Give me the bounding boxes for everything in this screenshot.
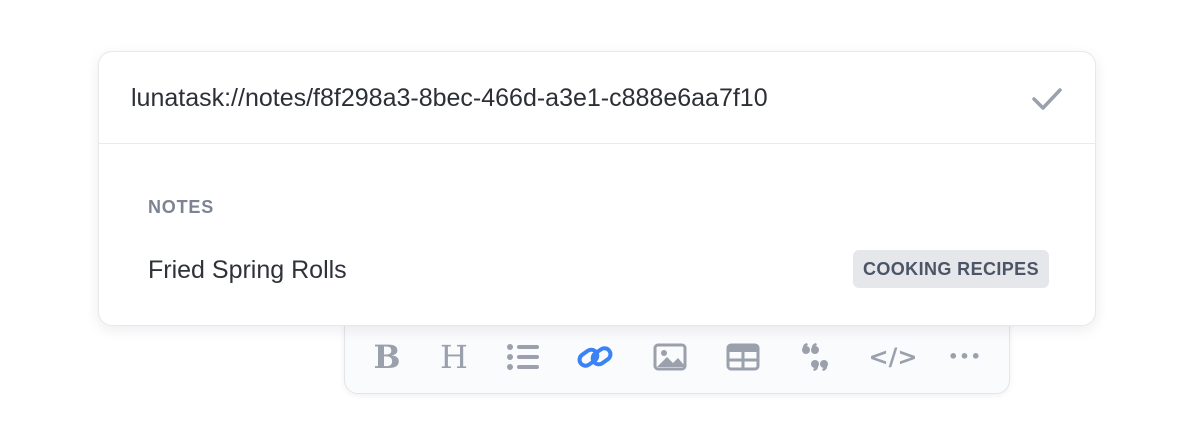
editor-stage: B H </> ••• lunatask://notes/f8f298a3-8b… [0, 0, 1204, 426]
heading-button[interactable]: H [434, 337, 474, 377]
check-icon [1032, 88, 1062, 110]
image-button[interactable] [650, 337, 690, 377]
note-title: Fried Spring Rolls [148, 256, 347, 284]
code-button[interactable]: </> [868, 337, 918, 377]
section-label-notes: NOTES [148, 197, 215, 217]
link-button[interactable] [575, 337, 615, 377]
image-icon [653, 343, 687, 371]
link-popover: NOTES Fried Spring Rolls COOKING RECIPES [98, 51, 1096, 326]
confirm-link-button[interactable] [1027, 82, 1067, 116]
bold-button[interactable]: B [367, 337, 407, 377]
table-button[interactable] [723, 337, 763, 377]
bullet-list-button[interactable] [503, 337, 543, 377]
bullet-list-icon [507, 344, 539, 370]
bold-icon: B [373, 338, 401, 376]
more-icon: ••• [948, 347, 982, 366]
link-url-input[interactable] [131, 80, 1011, 116]
code-icon: </> [868, 343, 918, 371]
table-icon [726, 343, 760, 371]
quote-button[interactable] [795, 337, 835, 377]
quote-icon [802, 343, 828, 371]
link-icon [577, 346, 613, 368]
note-result-item[interactable]: Fried Spring Rolls COOKING RECIPES [129, 248, 1067, 296]
url-row [99, 52, 1095, 144]
area-badge: COOKING RECIPES [852, 250, 1049, 288]
more-button[interactable]: ••• [945, 337, 985, 377]
heading-icon: H [440, 338, 468, 376]
